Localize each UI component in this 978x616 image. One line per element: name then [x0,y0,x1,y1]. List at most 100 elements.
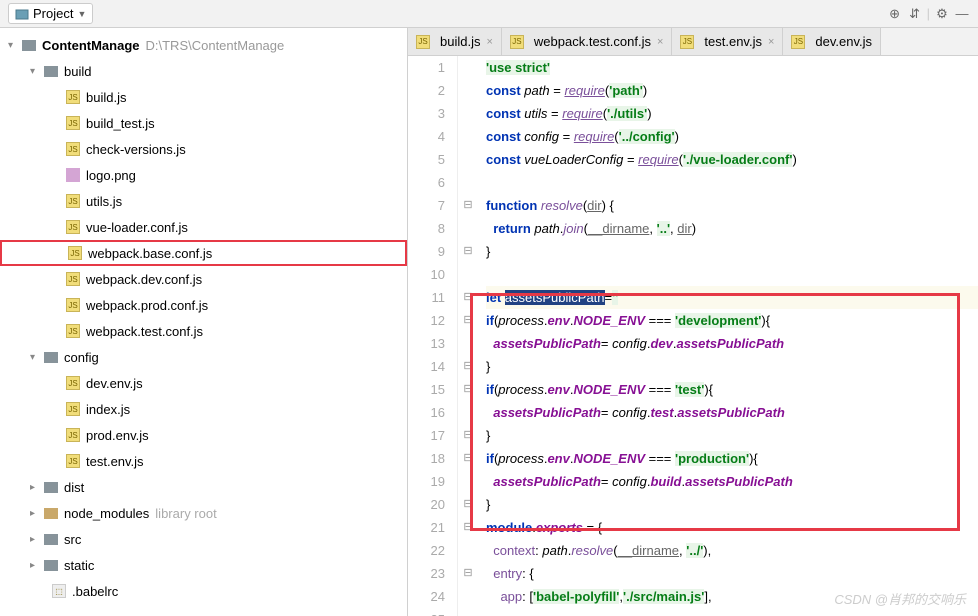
file-label: build_test.js [86,116,155,131]
tab-label: test.env.js [704,34,762,49]
code-line[interactable]: const config = require('../config') [486,125,978,148]
tree-file[interactable]: JSwebpack.prod.conf.js [0,292,407,318]
code-content[interactable]: 'use strict'const path = require('path')… [478,56,978,616]
file-label: check-versions.js [86,142,186,157]
tree-file[interactable]: JSdev.env.js [0,370,407,396]
chevron-down-icon[interactable]: ▾ [30,66,44,77]
file-label: build.js [86,90,126,105]
code-line[interactable]: assetsPublicPath= config.dev.assetsPubli… [486,332,978,355]
file-label: test.env.js [86,454,144,469]
code-line[interactable]: return path.join(__dirname, '..', dir) [486,217,978,240]
tree-file[interactable]: JSwebpack.dev.conf.js [0,266,407,292]
folder-icon [44,532,60,546]
folder-label: build [64,64,91,79]
tree-folder[interactable]: ▸ dist [0,474,407,500]
tree-file[interactable]: JSwebpack.base.conf.js [0,240,407,266]
code-line[interactable]: function resolve(dir) { [486,194,978,217]
editor-area: JSbuild.js×JSwebpack.test.conf.js×JStest… [408,28,978,616]
main: ▾ ContentManage D:\TRS\ContentManage ▾ b… [0,28,978,616]
code-line[interactable]: let assetsPublicPath='' [486,286,978,309]
js-icon: JS [680,35,694,49]
folder-label: src [64,532,81,547]
code-line[interactable]: } [486,240,978,263]
tree-file[interactable]: logo.png [0,162,407,188]
file-label: dev.env.js [86,376,143,391]
code-line[interactable]: if(process.env.NODE_ENV === 'test'){ [486,378,978,401]
fold-column[interactable]: ⊟⊟⊟⊟⊟⊟⊟⊟⊟⊟⊟ [458,56,478,616]
code-line[interactable]: } [486,493,978,516]
folder-label: static [64,558,94,573]
chevron-right-icon[interactable]: ▸ [30,560,44,571]
file-label: logo.png [86,168,136,183]
close-icon[interactable]: × [768,36,774,48]
tab-label: dev.env.js [815,34,872,49]
tree-folder[interactable]: ▸ static [0,552,407,578]
code-line[interactable]: assetsPublicPath= config.build.assetsPub… [486,470,978,493]
root-name: ContentManage [42,38,140,53]
folder-icon [44,506,60,520]
file-label: vue-loader.conf.js [86,220,188,235]
project-icon [15,7,29,21]
tree-file[interactable]: JSwebpack.test.conf.js [0,318,407,344]
tree-file[interactable]: JSprod.env.js [0,422,407,448]
editor-tab[interactable]: JSdev.env.js [783,28,881,55]
code-line[interactable]: const vueLoaderConfig = require('./vue-l… [486,148,978,171]
code-editor[interactable]: 1234567891011121314151617181920212223242… [408,56,978,616]
folder-icon [22,38,38,52]
tree-folder-config[interactable]: ▾ config [0,344,407,370]
code-line[interactable]: if(process.env.NODE_ENV === 'development… [486,309,978,332]
code-line[interactable]: } [486,355,978,378]
editor-tab[interactable]: JSbuild.js× [408,28,502,55]
code-line[interactable]: if(process.env.NODE_ENV === 'production'… [486,447,978,470]
project-tree[interactable]: ▾ ContentManage D:\TRS\ContentManage ▾ b… [0,28,408,616]
project-selector[interactable]: Project ▼ [8,3,93,24]
file-label: webpack.dev.conf.js [86,272,202,287]
tree-file[interactable]: JSvue-loader.conf.js [0,214,407,240]
tree-folder-build[interactable]: ▾ build [0,58,407,84]
code-line[interactable]: module.exports = { [486,516,978,539]
tree-file-babelrc[interactable]: ⬚ .babelrc [0,578,407,604]
target-icon[interactable]: ⊕ [887,6,903,22]
tree-file[interactable]: JScheck-versions.js [0,136,407,162]
hide-icon[interactable]: — [954,6,970,22]
chevron-down-icon[interactable]: ▾ [8,40,22,51]
code-line[interactable] [486,608,978,616]
code-line[interactable]: context: path.resolve(__dirname, '../'), [486,539,978,562]
tree-folder[interactable]: ▸ src [0,526,407,552]
folder-icon [44,480,60,494]
file-label: utils.js [86,194,122,209]
folder-label: dist [64,480,84,495]
file-icon: ⬚ [52,584,66,598]
file-label: index.js [86,402,130,417]
tree-file[interactable]: JSbuild.js [0,84,407,110]
tree-file[interactable]: JSindex.js [0,396,407,422]
tree-file[interactable]: JStest.env.js [0,448,407,474]
code-line[interactable] [486,263,978,286]
code-line[interactable] [486,171,978,194]
file-label: webpack.test.conf.js [86,324,203,339]
collapse-icon[interactable]: ⇵ [907,6,923,22]
tree-file[interactable]: JSbuild_test.js [0,110,407,136]
code-line[interactable]: const path = require('path') [486,79,978,102]
code-line[interactable]: const utils = require('./utils') [486,102,978,125]
tree-file[interactable]: JSutils.js [0,188,407,214]
js-icon: JS [510,35,524,49]
gear-icon[interactable]: ⚙ [934,6,950,22]
tree-root[interactable]: ▾ ContentManage D:\TRS\ContentManage [0,32,407,58]
chevron-down-icon[interactable]: ▾ [30,352,44,363]
file-label: webpack.base.conf.js [88,246,212,261]
code-line[interactable]: 'use strict' [486,56,978,79]
code-line[interactable]: } [486,424,978,447]
close-icon[interactable]: × [486,36,492,48]
close-icon[interactable]: × [657,36,663,48]
chevron-right-icon[interactable]: ▸ [30,482,44,493]
tree-folder[interactable]: ▸node_moduleslibrary root [0,500,407,526]
file-label: .babelrc [72,584,118,599]
code-line[interactable]: assetsPublicPath= config.test.assetsPubl… [486,401,978,424]
chevron-right-icon[interactable]: ▸ [30,508,44,519]
code-line[interactable]: entry: { [486,562,978,585]
chevron-right-icon[interactable]: ▸ [30,534,44,545]
editor-tab[interactable]: JSwebpack.test.conf.js× [502,28,673,55]
line-gutter: 1234567891011121314151617181920212223242… [408,56,458,616]
editor-tab[interactable]: JS test.env.js × [672,28,783,55]
